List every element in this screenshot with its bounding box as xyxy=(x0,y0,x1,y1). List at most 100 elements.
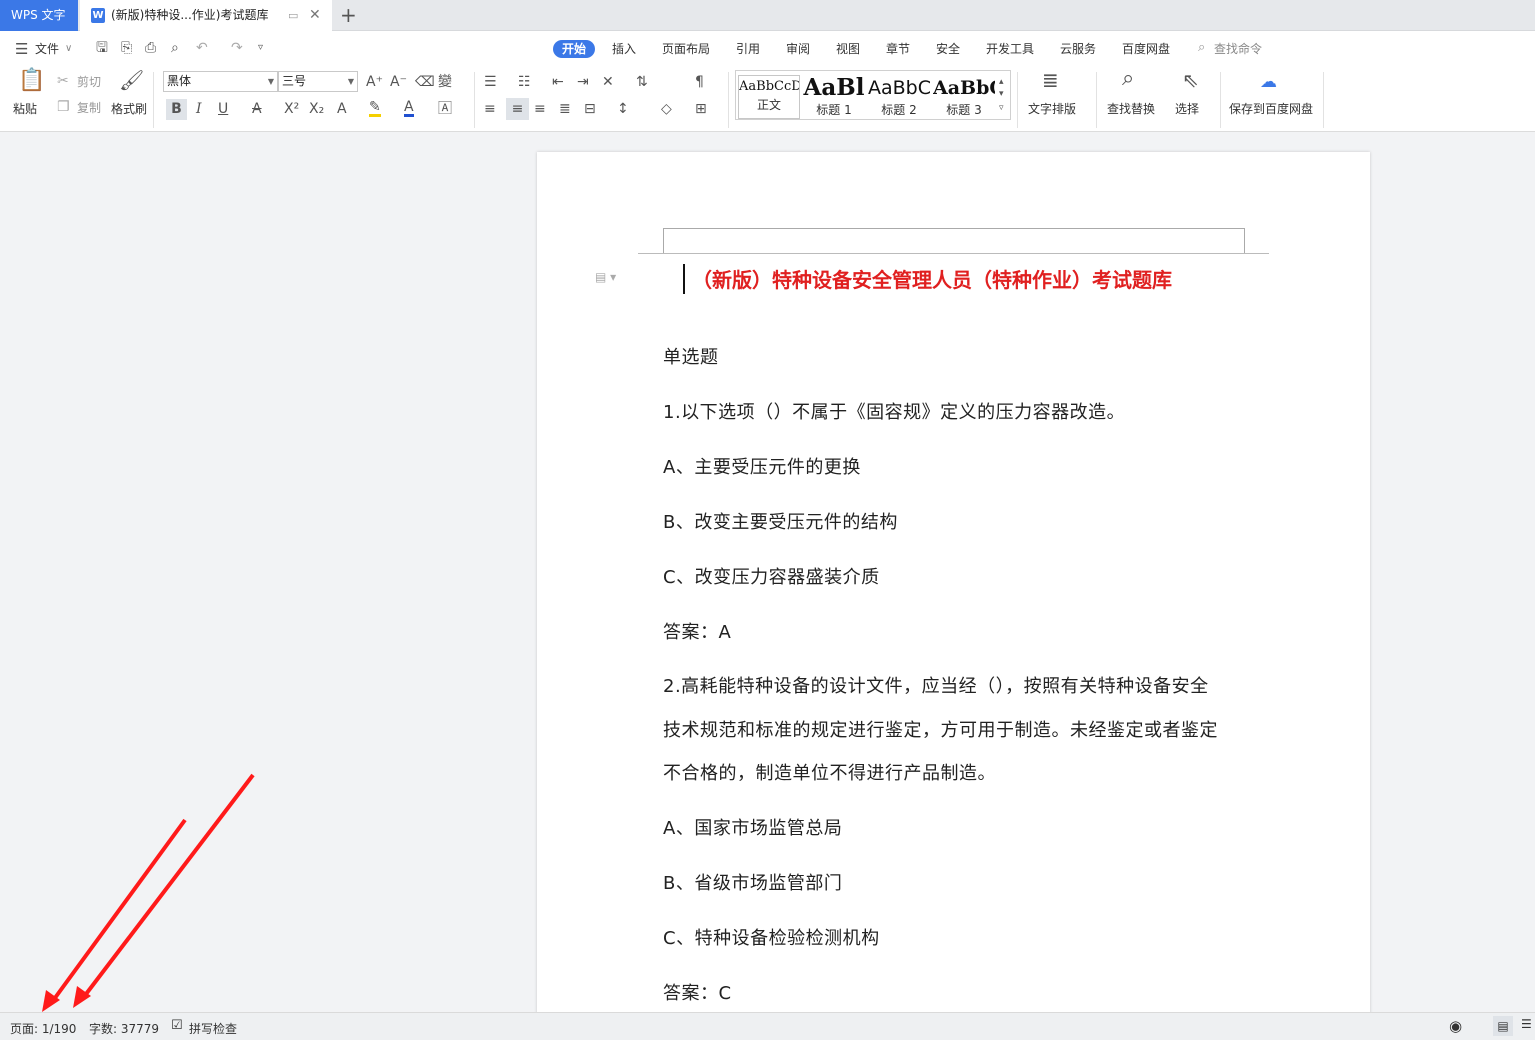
borders-icon[interactable]: ⊞ xyxy=(695,100,707,118)
question-2-line-3[interactable]: 不合格的，制造单位不得进行产品制造。 xyxy=(663,759,996,785)
justify-icon[interactable]: ≣ xyxy=(559,100,571,118)
q1-option-a[interactable]: A、主要受压元件的更换 xyxy=(663,453,861,479)
grow-font-icon[interactable]: A⁺ xyxy=(366,73,383,91)
q2-option-b[interactable]: B、省级市场监管部门 xyxy=(663,869,842,895)
q2-answer[interactable]: 答案：C xyxy=(663,979,732,1005)
section-heading[interactable]: 单选题 xyxy=(663,343,719,369)
distributed-align-icon[interactable]: ⊟ xyxy=(584,100,596,118)
tab-insert[interactable]: 插入 xyxy=(612,40,636,58)
paste-icon[interactable]: 📋 xyxy=(18,70,45,92)
align-right-icon[interactable]: ≡ xyxy=(534,100,546,118)
decrease-indent-icon[interactable]: ⇤ xyxy=(552,73,564,91)
outline-view-icon[interactable]: ☰ xyxy=(1521,1017,1532,1031)
question-1[interactable]: 1.以下选项（）不属于《固容规》定义的压力容器改造。 xyxy=(663,398,1125,424)
export-pdf-icon[interactable]: ⎘ xyxy=(121,39,132,57)
header-area[interactable] xyxy=(663,228,1245,253)
numbered-list-icon[interactable]: ☷ xyxy=(518,73,531,91)
format-painter-button[interactable]: 格式刷 xyxy=(111,100,147,118)
tab-baidu-netdisk[interactable]: 百度网盘 xyxy=(1122,40,1170,58)
q2-option-a[interactable]: A、国家市场监管总局 xyxy=(663,814,842,840)
paragraph-handle-icon[interactable]: ▤ ▾ xyxy=(595,270,616,284)
print-preview-icon[interactable]: ⌕ xyxy=(171,39,179,57)
show-marks-icon[interactable]: ¶ xyxy=(695,73,704,91)
tab-cloud[interactable]: 云服务 xyxy=(1060,40,1096,58)
file-menu[interactable]: 文件 xyxy=(35,40,59,58)
select-cursor-icon[interactable]: ⇖ xyxy=(1182,70,1199,90)
increase-indent-icon[interactable]: ⇥ xyxy=(577,73,589,91)
document-tab[interactable]: W (新版)特种设...作业)考试题库 ▭ ✕ xyxy=(80,0,332,31)
tab-home[interactable]: 开始 xyxy=(553,40,596,58)
document-page[interactable]: ▤ ▾ （新版）特种设备安全管理人员（特种作业）考试题库 单选题 1.以下选项（… xyxy=(537,152,1370,1040)
redo-icon[interactable]: ↷ xyxy=(231,39,243,57)
style-heading-3[interactable]: AaBbC 标题 3 xyxy=(933,75,995,118)
shrink-font-icon[interactable]: A⁻ xyxy=(390,73,407,91)
q1-answer[interactable]: 答案：A xyxy=(663,618,731,644)
cut-button[interactable]: 剪切 xyxy=(77,73,101,91)
question-2-line-2[interactable]: 技术规范和标准的规定进行鉴定，方可用于制造。未经鉴定或者鉴定 xyxy=(663,716,1218,742)
text-layout-button[interactable]: 文字排版 xyxy=(1028,100,1076,118)
close-tab-icon[interactable]: ✕ xyxy=(309,0,321,31)
find-replace-button[interactable]: 查找替换 xyxy=(1107,100,1155,118)
chinese-layout-icon[interactable]: ✕ xyxy=(602,73,614,91)
print-icon[interactable]: ⎙ xyxy=(145,39,156,57)
tab-references[interactable]: 引用 xyxy=(736,40,760,58)
style-normal[interactable]: AaBbCcDd 正文 xyxy=(738,75,800,119)
q1-option-b[interactable]: B、改变主要受压元件的结构 xyxy=(663,508,898,534)
format-painter-icon[interactable]: 🖌 xyxy=(119,70,144,90)
save-to-baidu-button[interactable]: 保存到百度网盘 xyxy=(1229,100,1313,118)
align-left-icon[interactable]: ≡ xyxy=(484,100,496,118)
eye-protection-icon[interactable]: ◉ xyxy=(1449,1017,1462,1035)
italic-icon[interactable]: I xyxy=(196,100,202,118)
copy-button[interactable]: 复制 xyxy=(77,99,101,117)
shading-icon[interactable]: ◇ xyxy=(661,100,672,118)
tab-developer[interactable]: 开发工具 xyxy=(986,40,1034,58)
quick-access-dropdown-icon[interactable]: ▿ xyxy=(258,39,263,57)
document-title[interactable]: （新版）特种设备安全管理人员（特种作业）考试题库 xyxy=(692,264,1172,293)
bold-icon[interactable]: B xyxy=(166,99,187,120)
hamburger-menu-icon[interactable]: ☰ xyxy=(15,40,28,58)
clear-format-icon[interactable]: ⌫ xyxy=(415,73,435,91)
text-layout-icon[interactable]: ≣ xyxy=(1042,70,1059,90)
subscript-icon[interactable]: X₂ xyxy=(309,100,324,118)
command-search[interactable]: 查找命令 xyxy=(1214,40,1262,58)
character-border-icon[interactable]: 🄰 xyxy=(438,100,452,118)
baidu-cloud-icon[interactable]: ☁ xyxy=(1260,73,1277,91)
bullet-list-icon[interactable]: ☰ xyxy=(484,73,497,91)
align-center-icon[interactable]: ≡ xyxy=(506,98,529,120)
save-icon[interactable]: 🖫 xyxy=(96,39,108,57)
text-effect-icon[interactable]: A xyxy=(337,100,347,118)
q2-option-c[interactable]: C、特种设备检验检测机构 xyxy=(663,924,880,950)
phonetic-guide-icon[interactable]: 變 xyxy=(438,73,452,91)
word-count[interactable]: 字数: 37779 xyxy=(89,1020,159,1037)
page-indicator[interactable]: 页面: 1/190 xyxy=(10,1020,76,1037)
tab-chapter[interactable]: 章节 xyxy=(886,40,910,58)
strikethrough-icon[interactable]: A xyxy=(252,100,262,118)
app-tab[interactable]: WPS 文字 xyxy=(0,0,78,31)
font-size-select[interactable]: 三号 ▼ xyxy=(278,71,358,92)
spell-check-button[interactable]: 拼写检查 xyxy=(189,1020,237,1037)
superscript-icon[interactable]: X² xyxy=(284,100,299,118)
style-expand-icon[interactable]: ▿ xyxy=(999,99,1004,117)
style-heading-1[interactable]: AaBl 标题 1 xyxy=(803,75,865,118)
select-button[interactable]: 选择 xyxy=(1175,100,1199,118)
chevron-down-icon[interactable]: ∨ xyxy=(65,40,72,58)
new-tab-button[interactable]: + xyxy=(340,0,357,30)
highlight-icon[interactable]: ✎ xyxy=(369,100,381,117)
pin-tab-icon[interactable]: ▭ xyxy=(288,0,298,31)
line-spacing-icon[interactable]: ↕ xyxy=(617,100,629,118)
style-heading-2[interactable]: AaBbC 标题 2 xyxy=(868,75,930,118)
font-name-select[interactable]: 黑体 ▼ xyxy=(163,71,278,92)
tab-review[interactable]: 审阅 xyxy=(786,40,810,58)
undo-icon[interactable]: ↶ xyxy=(196,39,208,57)
underline-icon[interactable]: U xyxy=(218,100,228,118)
question-2-line-1[interactable]: 2.高耗能特种设备的设计文件，应当经（），按照有关特种设备安全 xyxy=(663,672,1209,698)
font-color-icon[interactable]: A xyxy=(404,100,414,117)
paste-button[interactable]: 粘贴 xyxy=(13,100,37,118)
sort-icon[interactable]: ⇅ xyxy=(636,73,648,91)
q1-option-c[interactable]: C、改变压力容器盛装介质 xyxy=(663,563,880,589)
page-view-icon[interactable]: ▤ xyxy=(1493,1016,1513,1036)
tab-view[interactable]: 视图 xyxy=(836,40,860,58)
find-replace-icon[interactable]: ⌕ xyxy=(1122,68,1134,90)
tab-security[interactable]: 安全 xyxy=(936,40,960,58)
tab-page-layout[interactable]: 页面布局 xyxy=(662,40,710,58)
